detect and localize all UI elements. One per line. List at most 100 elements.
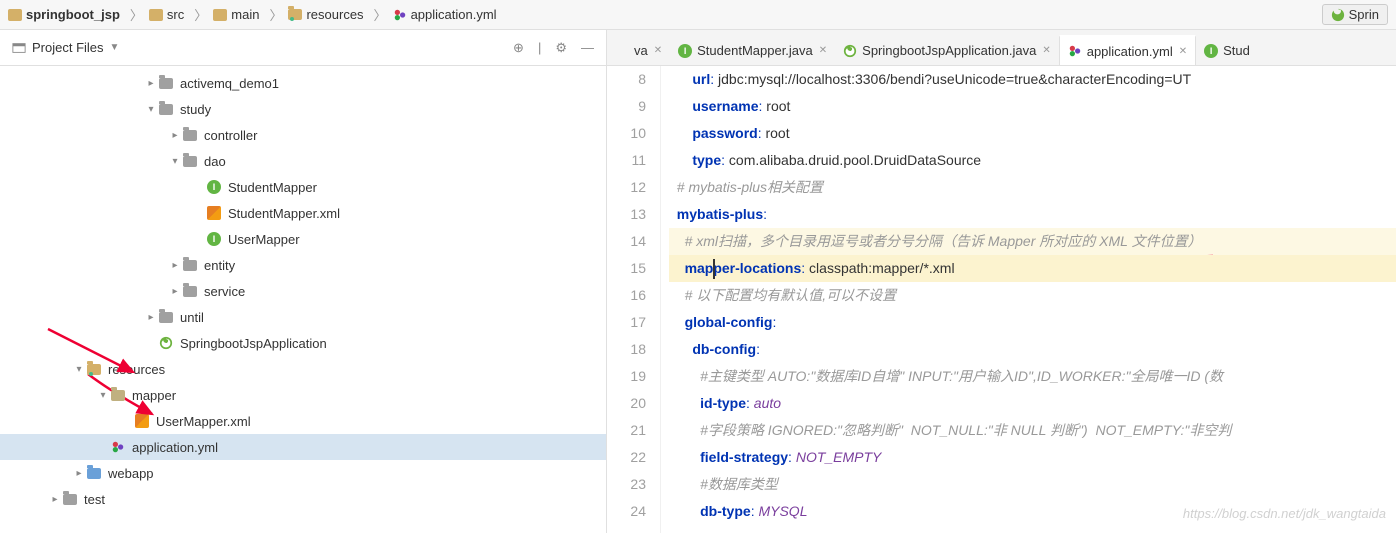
breadcrumb-bar: springboot_jsp 〉 src 〉 main 〉 resources … [0,0,1396,30]
line-number: 11 [607,147,646,174]
line-number: 22 [607,444,646,471]
interface-icon: I [206,231,222,247]
tab-studentmapper-java[interactable]: IStudentMapper.java✕ [670,35,835,65]
project-sidebar: Project Files ▼ ⊕ | ⚙ — ▸activemq_demo1▾… [0,30,607,533]
hide-button[interactable]: — [581,40,594,56]
code-line[interactable]: db-config: [669,336,1396,363]
folder-icon [182,283,198,299]
tree-node-label: SpringbootJspApplication [180,336,327,351]
tree-node-studentmapper-xml[interactable]: StudentMapper.xml [0,200,606,226]
folder-icon [149,9,163,21]
close-icon[interactable]: ✕ [1042,45,1050,56]
settings-button[interactable]: ⚙ [555,40,567,56]
interface-icon: I [1204,44,1218,58]
tree-node-label: test [84,492,105,507]
tab-application-yml[interactable]: application.yml ✕ [1059,35,1196,65]
tree-node-label: until [180,310,204,325]
watermark: https://blog.csdn.net/jdk_wangtaida [1183,506,1386,521]
code-line[interactable]: password: root [669,120,1396,147]
expand-arrow-icon[interactable]: ▾ [144,104,158,115]
code-line[interactable]: username: root [669,93,1396,120]
code-line[interactable]: url: jdbc:mysql://localhost:3306/bendi?u… [669,66,1396,93]
expand-arrow-icon[interactable]: ▸ [48,494,62,505]
code-content[interactable]: url: jdbc:mysql://localhost:3306/bendi?u… [661,66,1396,533]
code-editor[interactable]: 89101112131415161718192021222324 url: jd… [607,66,1396,533]
code-line[interactable]: global-config: [669,309,1396,336]
tree-node-dao[interactable]: ▾dao [0,148,606,174]
spring-class-icon [843,44,857,58]
tree-node-studentmapper[interactable]: IStudentMapper [0,174,606,200]
close-icon[interactable]: ✕ [654,45,662,56]
code-line[interactable]: id-type: auto [669,390,1396,417]
expand-arrow-icon[interactable]: ▾ [168,156,182,167]
locate-button[interactable]: ⊕ [513,40,524,56]
tree-node-test[interactable]: ▸ test [0,486,606,512]
breadcrumb-item[interactable]: application.yml [393,7,497,22]
tree-node-study[interactable]: ▾study [0,96,606,122]
tree-node-resources[interactable]: ▾resources [0,356,606,382]
code-line[interactable]: # xml扫描，多个目录用逗号或者分号分隔（告诉 Mapper 所对应的 XML… [669,228,1396,255]
tree-node-controller[interactable]: ▸controller [0,122,606,148]
tree-node-entity[interactable]: ▸ entity [0,252,606,278]
project-tree[interactable]: ▸activemq_demo1▾study▸controller▾daoIStu… [0,66,606,533]
tree-node-label: activemq_demo1 [180,76,279,91]
expand-arrow-icon[interactable]: ▸ [144,78,158,89]
expand-arrow-icon[interactable]: ▸ [168,260,182,271]
code-line[interactable]: mybatis-plus: [669,201,1396,228]
breadcrumb-item[interactable]: main [213,7,259,22]
line-number: 9 [607,93,646,120]
xml-icon [134,413,150,429]
line-number: 20 [607,390,646,417]
tree-node-service[interactable]: ▸service [0,278,606,304]
tab-label: application.yml [1087,44,1173,59]
folder-icon [158,75,174,91]
code-line[interactable]: mapper-locations: classpath:mapper/*.xml [669,255,1396,282]
tree-node-activemq-demo1[interactable]: ▸ activemq_demo1 [0,70,606,96]
expand-arrow-icon[interactable]: ▸ [144,312,158,323]
folder-icon [62,491,78,507]
tree-node-usermapper-xml[interactable]: UserMapper.xml [0,408,606,434]
tree-node-label: UserMapper.xml [156,414,251,429]
code-line[interactable]: #主键类型 AUTO:"数据库ID自增" INPUT:"用户输入ID",ID_W… [669,363,1396,390]
code-line[interactable]: # 以下配置均有默认值,可以不设置 [669,282,1396,309]
tab-stud[interactable]: I Stud [1196,35,1258,65]
expand-arrow-icon[interactable]: ▾ [96,390,110,401]
interface-icon: I [206,179,222,195]
tree-node-application-yml[interactable]: application.yml [0,434,606,460]
expand-arrow-icon[interactable]: ▸ [168,130,182,141]
tree-node-usermapper[interactable]: I UserMapper [0,226,606,252]
breadcrumb-item[interactable]: resources [288,7,363,22]
none-icon [615,44,629,58]
close-icon[interactable]: ✕ [819,45,827,56]
expand-arrow-icon[interactable]: ▸ [72,468,86,479]
tree-node-webapp[interactable]: ▸ webapp [0,460,606,486]
code-line[interactable]: field-strategy: NOT_EMPTY [669,444,1396,471]
breadcrumb-item[interactable]: springboot_jsp [8,7,120,22]
expand-arrow-icon[interactable]: ▸ [168,286,182,297]
folder-web-icon [86,465,102,481]
folder-icon [182,153,198,169]
line-number: 12 [607,174,646,201]
tab-label: va [634,43,648,58]
code-line[interactable]: # mybatis-plus相关配置 [669,174,1396,201]
tree-node-mapper[interactable]: ▾mapper [0,382,606,408]
tab-label: Stud [1223,43,1250,58]
spring-button[interactable]: Sprin [1322,4,1388,25]
code-line[interactable]: #数据库类型 [669,471,1396,498]
breadcrumb-item[interactable]: src [149,7,184,22]
code-line[interactable]: #字段策略 IGNORED:"忽略判断" NOT_NULL:"非 NULL 判断… [669,417,1396,444]
tree-node-label: entity [204,258,235,273]
tree-node-until[interactable]: ▸ until [0,304,606,330]
project-files-dropdown[interactable]: Project Files ▼ [12,40,119,55]
yml-icon [110,439,126,455]
tab-springbootjspapplication-java[interactable]: SpringbootJspApplication.java✕ [835,35,1059,65]
tree-node-label: UserMapper [228,232,300,247]
close-icon[interactable]: ✕ [1179,46,1187,57]
tree-node-springbootjspapplication[interactable]: SpringbootJspApplication [0,330,606,356]
tree-node-label: webapp [108,466,154,481]
code-line[interactable]: type: com.alibaba.druid.pool.DruidDataSo… [669,147,1396,174]
tab-va[interactable]: va ✕ [607,35,670,65]
folder-icon [182,257,198,273]
expand-arrow-icon[interactable]: ▾ [72,364,86,375]
line-number: 15 [607,255,646,282]
